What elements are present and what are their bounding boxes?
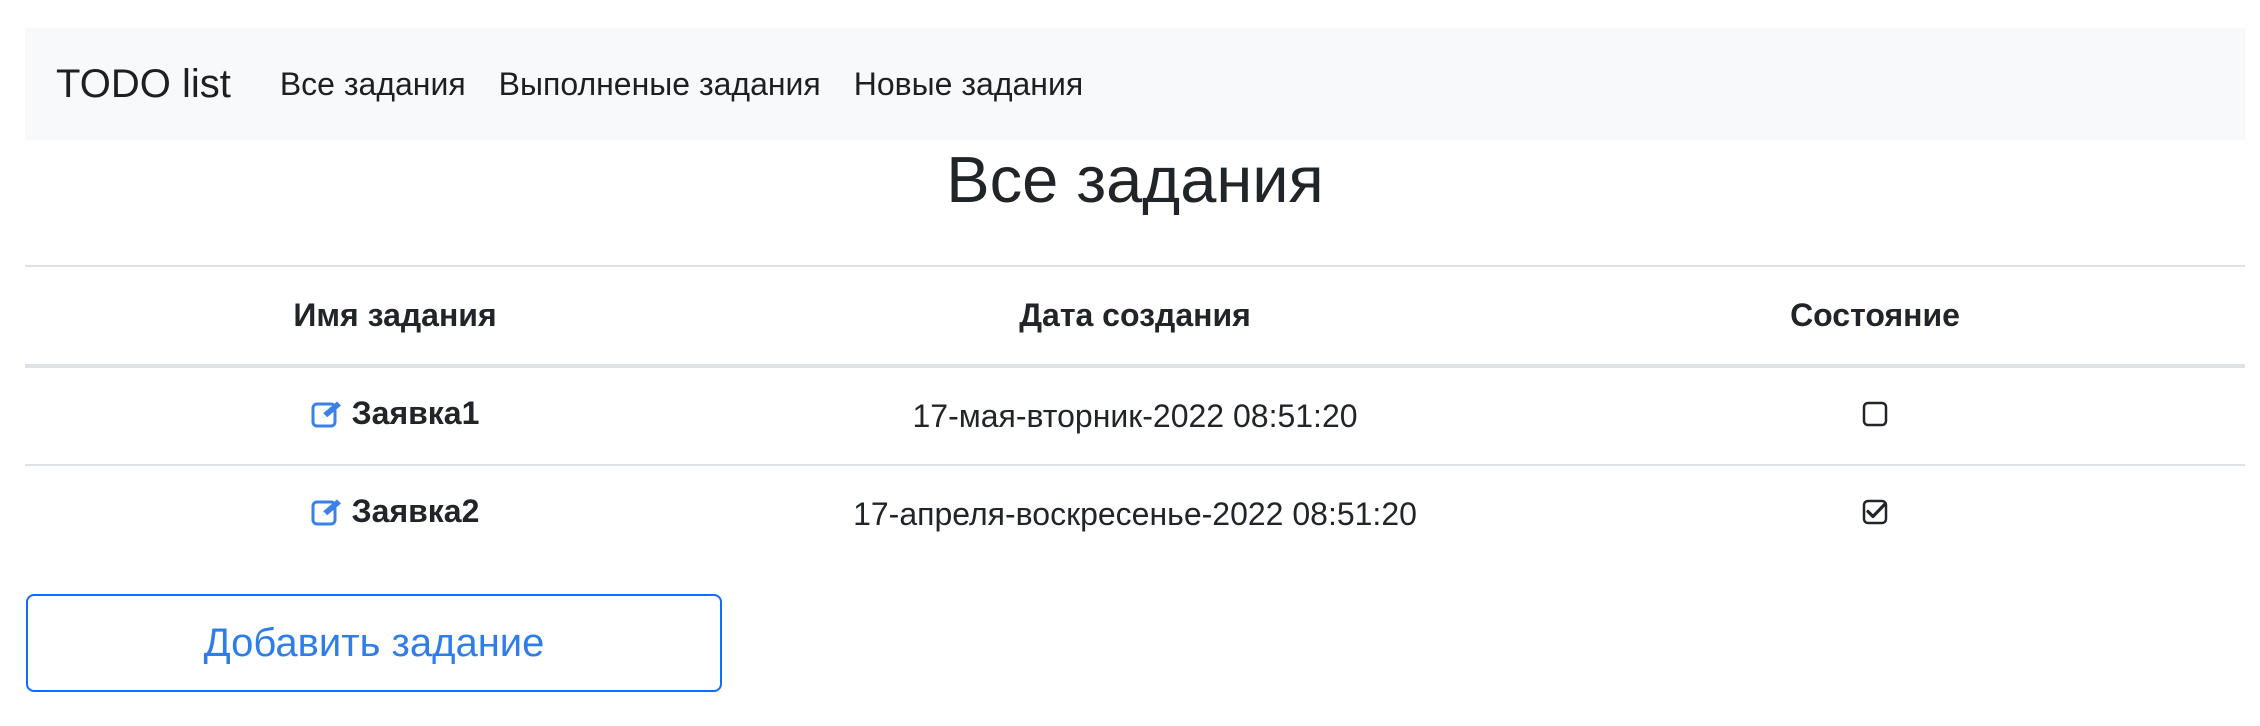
task-name-cell: Заявка1 — [25, 366, 765, 466]
page-title: Все задания — [946, 143, 1324, 216]
table-row: Заявка2 17-апреля-воскресенье-2022 08:51… — [25, 465, 2245, 562]
task-name-text[interactable]: Заявка2 — [352, 493, 480, 530]
nav-link-all-tasks[interactable]: Все задания — [280, 66, 466, 103]
table-row: Заявка1 17-мая-вторник-2022 08:51:20 — [25, 366, 2245, 466]
nav-links: Все задания Выполненые задания Новые зад… — [280, 66, 1116, 103]
task-created-date: 17-апреля-воскресенье-2022 08:51:20 — [853, 495, 1417, 532]
add-task-button[interactable]: Добавить задание — [26, 594, 722, 692]
nav-link-completed-tasks[interactable]: Выполненые задания — [499, 66, 821, 103]
task-name: Заявка1 — [311, 395, 480, 432]
edit-icon[interactable] — [311, 497, 345, 527]
task-name: Заявка2 — [311, 493, 480, 530]
column-header-status: Состояние — [1505, 265, 2245, 368]
column-header-created-date: Дата создания — [765, 265, 1505, 368]
navbar-brand[interactable]: TODO list — [56, 62, 231, 107]
tasks-table: Имя задания Дата создания Состояние Заяв… — [25, 265, 2245, 562]
task-name-cell: Заявка2 — [25, 465, 765, 562]
page: TODO list Все задания Выполненые задания… — [0, 0, 2260, 726]
nav-link-new-tasks[interactable]: Новые задания — [854, 66, 1083, 103]
navbar: TODO list Все задания Выполненые задания… — [25, 28, 2245, 140]
column-header-task-name: Имя задания — [25, 265, 765, 368]
table-header-row: Имя задания Дата создания Состояние — [25, 265, 2245, 368]
status-checkbox-checked-icon[interactable] — [1862, 499, 1888, 525]
task-name-text[interactable]: Заявка1 — [352, 395, 480, 432]
task-created-date: 17-мая-вторник-2022 08:51:20 — [765, 366, 1505, 466]
edit-icon[interactable] — [311, 399, 345, 429]
status-checkbox-unchecked-icon[interactable] — [1862, 401, 1888, 427]
task-status-cell — [1505, 366, 2245, 466]
task-status-cell — [1505, 465, 2245, 562]
